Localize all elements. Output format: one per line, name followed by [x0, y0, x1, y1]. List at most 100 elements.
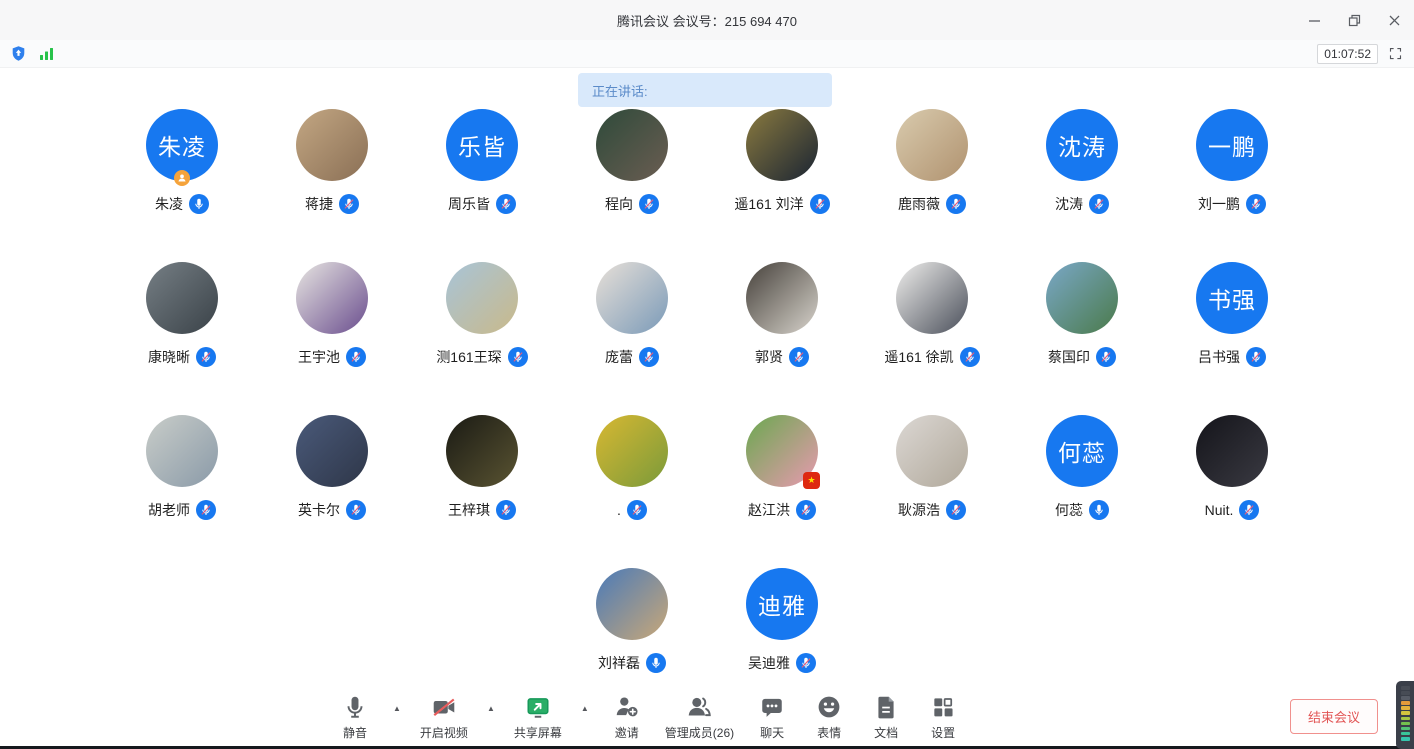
documents-button[interactable]: 文档	[867, 694, 905, 741]
participant-name: 沈涛	[1055, 194, 1083, 214]
avatar: ★	[296, 415, 368, 487]
mic-status-icon	[346, 347, 366, 367]
participant-name: 刘祥磊	[598, 653, 640, 673]
network-signal-icon[interactable]	[39, 46, 55, 61]
avatar: ★	[896, 109, 968, 181]
participant-tile[interactable]: 何蕊 ★ 何蕊	[1007, 415, 1157, 520]
participant-tile[interactable]: ★ 耿源浩	[857, 415, 1007, 520]
avatar: ★	[146, 262, 218, 334]
participant-name: 程向	[605, 194, 633, 214]
mic-status-icon	[496, 500, 516, 520]
fullscreen-icon[interactable]	[1388, 46, 1404, 62]
participant-name: 何蕊	[1055, 500, 1083, 520]
avatar: ★	[596, 568, 668, 640]
mic-status-icon	[796, 653, 816, 673]
mic-status-icon	[1089, 194, 1109, 214]
participant-tile[interactable]: ★ 蒋捷	[257, 109, 407, 214]
avatar: ★	[1046, 262, 1118, 334]
chat-bubble-icon	[759, 694, 785, 720]
participant-tile[interactable]: 朱凌 ★ 朱凌	[107, 109, 257, 214]
participant-tile[interactable]: 沈涛 ★ 沈涛	[1007, 109, 1157, 214]
participant-tile[interactable]: ★ 英卡尔	[257, 415, 407, 520]
end-meeting-button[interactable]: 结束会议	[1290, 699, 1378, 734]
participant-name: 测161王琛	[436, 347, 501, 367]
avatar: ★	[596, 109, 668, 181]
participant-name: 郭贤	[755, 347, 783, 367]
chat-label: 聊天	[760, 724, 784, 741]
participant-tile[interactable]: ★ 赵江洪	[707, 415, 857, 520]
participant-row: ★ 胡老师 ★ 英卡尔	[107, 415, 1307, 520]
participant-name: Nuit.	[1205, 502, 1234, 518]
participant-tile[interactable]: ★ 遥161 刘洋	[707, 109, 857, 214]
participant-tile[interactable]: ★ 刘祥磊	[557, 568, 707, 673]
participant-tile[interactable]: 乐皆 ★ 周乐皆	[407, 109, 557, 214]
participant-name: 吴迪雅	[748, 653, 790, 673]
invite-button[interactable]: 邀请	[608, 694, 646, 741]
avatar: 乐皆 ★	[446, 109, 518, 181]
participant-name: 蔡国印	[1048, 347, 1090, 367]
participant-tile[interactable]: ★ 庞蕾	[557, 262, 707, 367]
meeting-timer: 01:07:52	[1317, 44, 1378, 64]
close-icon[interactable]	[1386, 12, 1402, 28]
manage-members-button[interactable]: 管理成员(26)	[665, 694, 734, 741]
participant-tile[interactable]: ★ Nuit.	[1157, 415, 1307, 520]
mic-status-icon	[639, 194, 659, 214]
participant-name: 王梓琪	[448, 500, 490, 520]
invite-label: 邀请	[615, 724, 639, 741]
restore-icon[interactable]	[1346, 12, 1362, 28]
status-bar: 01:07:52	[0, 40, 1414, 68]
window-title: 腾讯会议 会议号：215 694 470	[617, 11, 797, 30]
participant-tile[interactable]: 一鹏 ★ 刘一鹏	[1157, 109, 1307, 214]
mic-status-icon	[196, 500, 216, 520]
mic-status-icon	[646, 653, 666, 673]
participant-tile[interactable]: 书强 ★ 吕书强	[1157, 262, 1307, 367]
avatar-initials: 沈涛	[1058, 128, 1106, 162]
mute-label: 静音	[343, 724, 367, 741]
participant-name: 遥161 刘洋	[734, 194, 803, 214]
emoji-smiley-icon	[816, 694, 842, 720]
share-screen-button[interactable]: 共享屏幕	[514, 694, 562, 741]
participant-tile[interactable]: ★ 测161王琛	[407, 262, 557, 367]
mic-status-icon	[189, 194, 209, 214]
mic-status-icon	[1246, 194, 1266, 214]
participant-name: 王宇池	[298, 347, 340, 367]
share-options-chevron-icon[interactable]: ▲	[581, 704, 589, 713]
participant-tile[interactable]: ★ 程向	[557, 109, 707, 214]
mic-status-icon	[789, 347, 809, 367]
avatar: ★	[896, 262, 968, 334]
avatar-initials: 乐皆	[458, 128, 506, 162]
participant-tile[interactable]: ★ 鹿雨薇	[857, 109, 1007, 214]
audio-level-meter	[1396, 681, 1414, 749]
participant-tile[interactable]: ★ 王梓琪	[407, 415, 557, 520]
participant-tile[interactable]: ★ .	[557, 415, 707, 520]
bottom-toolbar: 静音 ▲ 开启视频 ▲ 共享屏幕 ▲	[0, 690, 1414, 749]
mic-options-chevron-icon[interactable]: ▲	[393, 704, 401, 713]
avatar: 迪雅 ★	[746, 568, 818, 640]
mute-button[interactable]: 静音	[336, 694, 374, 741]
participant-tile[interactable]: 迪雅 ★ 吴迪雅	[707, 568, 857, 673]
avatar: ★	[596, 262, 668, 334]
participant-tile[interactable]: ★ 蔡国印	[1007, 262, 1157, 367]
settings-button[interactable]: 设置	[924, 694, 962, 741]
participant-tile[interactable]: ★ 康晓晰	[107, 262, 257, 367]
speaking-banner: 正在讲话:	[578, 73, 832, 107]
avatar: 一鹏 ★	[1196, 109, 1268, 181]
security-shield-icon[interactable]	[10, 45, 27, 62]
participant-tile[interactable]: ★ 胡老师	[107, 415, 257, 520]
emoji-button[interactable]: 表情	[810, 694, 848, 741]
mic-status-icon	[496, 194, 516, 214]
start-video-button[interactable]: 开启视频	[420, 694, 468, 741]
participant-tile[interactable]: ★ 遥161 徐凯	[857, 262, 1007, 367]
avatar: ★	[896, 415, 968, 487]
manage-members-label: 管理成员(26)	[665, 724, 734, 741]
minimize-icon[interactable]	[1306, 12, 1322, 28]
chat-button[interactable]: 聊天	[753, 694, 791, 741]
participant-tile[interactable]: ★ 郭贤	[707, 262, 857, 367]
video-options-chevron-icon[interactable]: ▲	[487, 704, 495, 713]
mic-status-icon	[1096, 347, 1116, 367]
participant-tile[interactable]: ★ 王宇池	[257, 262, 407, 367]
avatar: ★	[1196, 415, 1268, 487]
participant-name: 胡老师	[148, 500, 190, 520]
participant-name: 赵江洪	[748, 500, 790, 520]
title-bar: 腾讯会议 会议号：215 694 470	[0, 0, 1414, 40]
